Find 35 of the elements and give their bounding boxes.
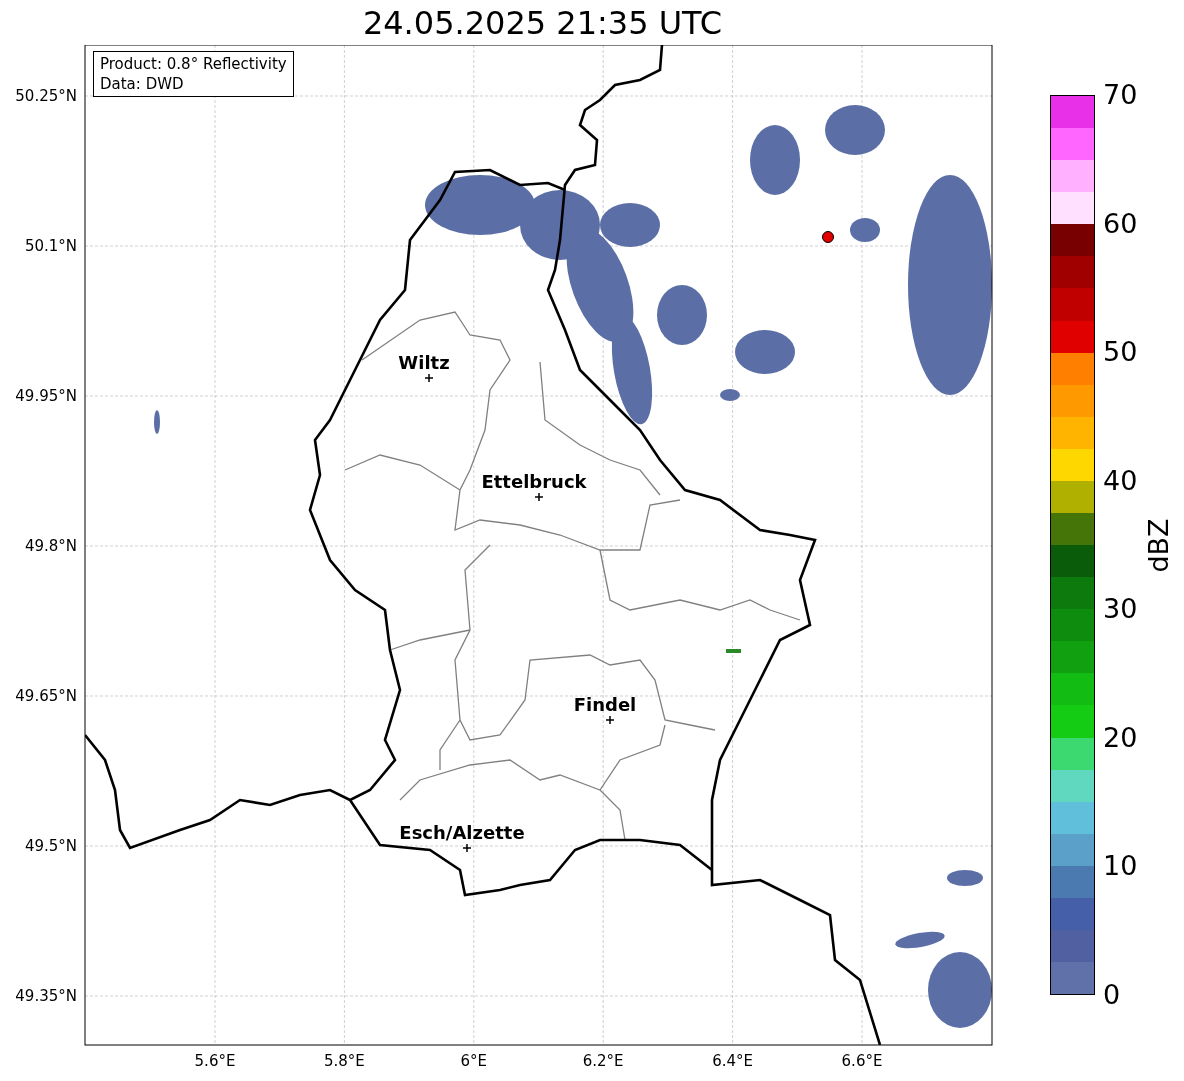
colorbar-label: dBZ <box>1142 517 1174 573</box>
colorbar-tick-label: 40 <box>1103 465 1138 496</box>
tick-label: 6°E <box>460 1052 488 1070</box>
colorbar-tick-label: 30 <box>1103 594 1138 625</box>
colorbar-tick-label: 50 <box>1103 337 1138 368</box>
tick-label: 6.2°E <box>582 1052 624 1070</box>
city-label: Findel <box>573 694 637 715</box>
colorbar-tick-label: 10 <box>1103 851 1138 882</box>
city-label: Wiltz <box>398 352 450 373</box>
colorbar-tick-label: 70 <box>1103 80 1138 110</box>
tick-label: 49.35°N <box>15 987 77 1005</box>
info-text: Data: DWD <box>100 74 185 94</box>
tick-label: 49.5°N <box>24 837 77 855</box>
tick-label: 50.25°N <box>15 87 77 105</box>
city-marker-icon <box>534 492 544 502</box>
radar-site-marker <box>822 231 834 243</box>
city-marker-icon <box>462 843 472 853</box>
chart-title: 24.05.2025 21:35 UTC <box>362 2 723 43</box>
tick-label: 6.6°E <box>841 1052 883 1070</box>
tick-label: 49.8°N <box>24 537 77 555</box>
city-label: Esch/Alzette <box>399 822 525 843</box>
tick-label: 50.1°N <box>24 237 77 255</box>
city-marker-icon <box>424 373 434 383</box>
tick-label: 49.95°N <box>15 387 77 405</box>
tick-label: 5.6°E <box>194 1052 236 1070</box>
city-marker-icon <box>605 715 615 725</box>
colorbar-tick-label: 20 <box>1103 722 1138 753</box>
info-text: Product: 0.8° Reflectivity <box>100 54 287 74</box>
colorbar-tick-label: 0 <box>1103 980 1121 1010</box>
tick-label: 49.65°N <box>15 687 77 705</box>
echo-streak <box>726 649 741 653</box>
tick-label: 5.8°E <box>324 1052 365 1070</box>
tick-label: 6.4°E <box>712 1052 753 1070</box>
city-label: Ettelbruck <box>481 471 587 492</box>
colorbar-tick-label: 60 <box>1103 208 1138 239</box>
